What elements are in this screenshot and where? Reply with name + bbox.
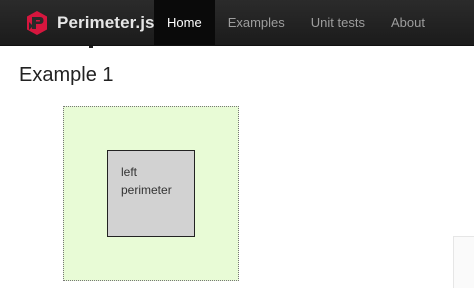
inner-box-label: left perimeter [121, 165, 172, 197]
section-title: Example 1 [19, 64, 114, 86]
main-nav: Home Examples Unit tests About [154, 0, 438, 45]
side-panel-fragment [453, 236, 474, 288]
clipped-heading-glyphs [89, 46, 93, 48]
nav-item-about[interactable]: About [378, 0, 438, 45]
clipped-heading-fragment [19, 30, 139, 48]
perimeter-target-box[interactable]: left perimeter [107, 150, 195, 237]
nav-item-unit-tests[interactable]: Unit tests [298, 0, 378, 45]
nav-item-home[interactable]: Home [154, 0, 215, 45]
nav-item-examples[interactable]: Examples [215, 0, 298, 45]
